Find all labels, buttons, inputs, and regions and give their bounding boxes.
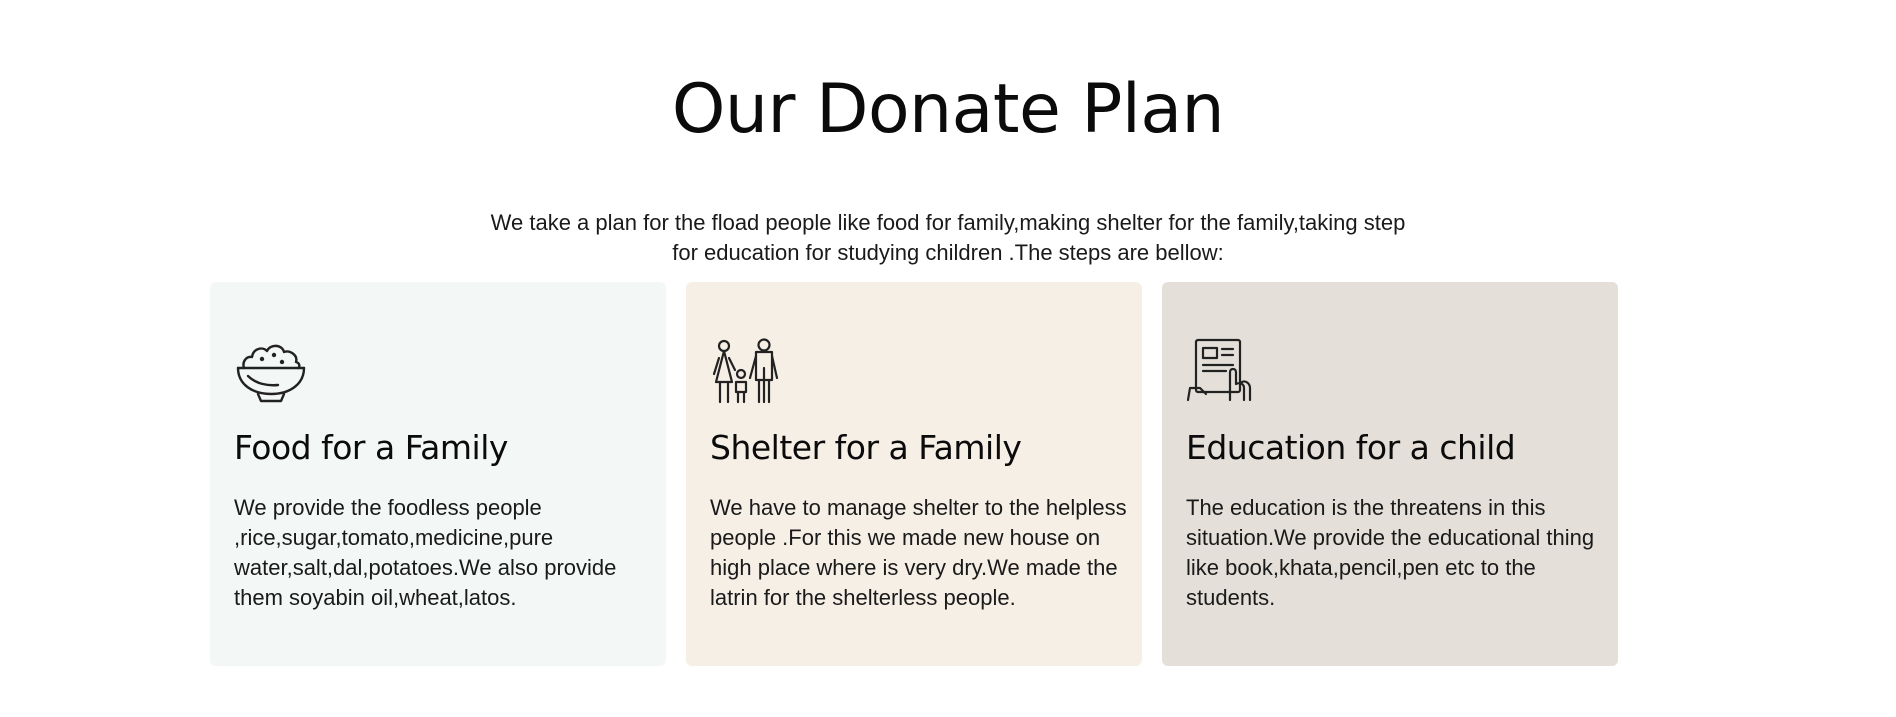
- family-icon: [710, 338, 784, 404]
- section-intro: We take a plan for the fload people like…: [490, 210, 1406, 265]
- food-bowl-icon: [234, 338, 308, 404]
- card-text: We have to manage shelter to the helples…: [710, 495, 1127, 610]
- card-education: Education for a child The education is t…: [1162, 282, 1618, 666]
- card-text: The education is the threatens in this s…: [1186, 495, 1595, 610]
- card-title: Shelter for a Family: [710, 428, 1022, 467]
- card-food: Food for a Family We provide the foodles…: [210, 282, 666, 666]
- card-text: We provide the foodless people ,rice,sug…: [234, 495, 617, 610]
- card-title: Education for a child: [1186, 428, 1516, 467]
- card-title: Food for a Family: [234, 428, 508, 467]
- card-shelter: Shelter for a Family We have to manage s…: [686, 282, 1142, 666]
- section-title: Our Donate Plan: [671, 70, 1225, 149]
- education-tablet-icon: [1186, 338, 1260, 404]
